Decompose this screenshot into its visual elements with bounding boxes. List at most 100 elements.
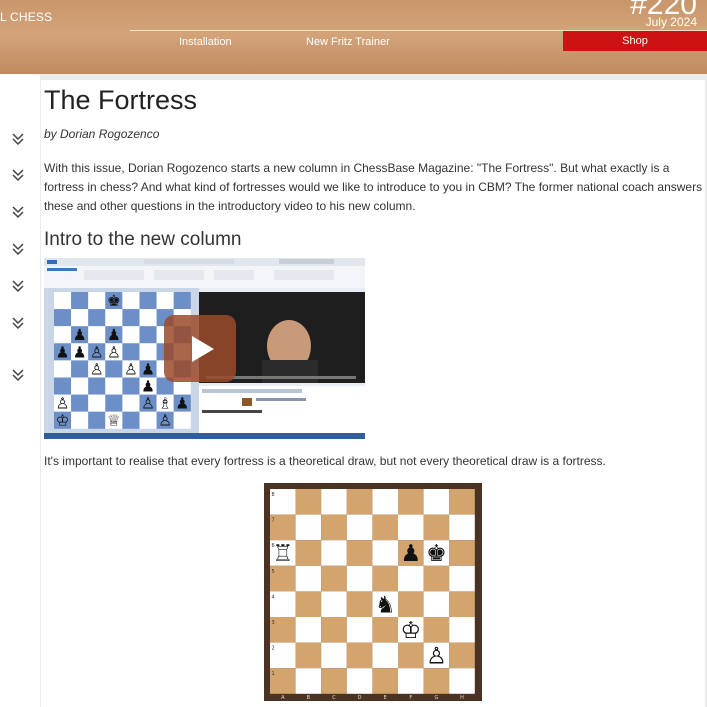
board-square (449, 565, 475, 592)
board-square (398, 565, 424, 592)
article: The Fortress by Dorian Rogozenco With th… (41, 80, 705, 707)
board-square (295, 514, 322, 541)
file-label: G (434, 695, 438, 701)
board-square (449, 642, 475, 669)
issue-date: July 2024 (645, 15, 697, 29)
board-square (71, 411, 89, 429)
board-square (372, 489, 398, 515)
board-square (295, 489, 322, 515)
board-square (321, 565, 347, 592)
board-square (71, 394, 89, 412)
rank-label: 4 (272, 594, 275, 600)
board-square (139, 343, 157, 361)
board-square (423, 617, 450, 643)
board-square (372, 617, 398, 643)
board-square (423, 565, 450, 592)
chevron-double-down-icon[interactable] (10, 167, 26, 183)
board-square (122, 343, 140, 361)
video-player[interactable]: ♚ ♟ ♟ ♟ ♟ ♙ ♙ ♙ ♙ ♟ ♟ ♙ ♙ ♗ ♟ ♔ ♕ ♙ (44, 258, 365, 439)
board-square (54, 326, 72, 344)
board-square (105, 309, 123, 327)
board-square (139, 326, 157, 344)
black-pawn-icon: ♟ (175, 395, 189, 413)
board-square (423, 591, 450, 617)
board-square (122, 411, 140, 429)
chevron-double-down-icon[interactable] (10, 131, 26, 147)
board-square (346, 489, 373, 515)
board-square (321, 514, 347, 541)
chevron-double-down-icon[interactable] (10, 241, 26, 257)
board-square (372, 668, 398, 694)
board-square (122, 377, 140, 395)
white-rook-icon: ♖ (272, 541, 293, 567)
sidebar (0, 74, 40, 707)
board-square (321, 489, 347, 515)
board-square (54, 292, 72, 310)
board-square (139, 309, 157, 327)
board-square (295, 642, 322, 669)
board-square (156, 292, 174, 310)
board-square (295, 668, 322, 694)
board-square (139, 292, 157, 310)
board-square (295, 591, 322, 617)
nav-new-fritz-trainer[interactable]: New Fritz Trainer (306, 36, 390, 48)
page-title: The Fortress (44, 85, 198, 115)
white-pawn-icon: ♙ (141, 395, 155, 413)
board-square (449, 668, 475, 694)
article-intro: With this issue, Dorian Rogozenco starts… (44, 161, 703, 213)
white-king-icon: ♔ (56, 412, 70, 430)
rank-label: 8 (272, 492, 275, 498)
board-square (372, 514, 398, 541)
file-label: E (384, 695, 387, 701)
board-square (71, 309, 89, 327)
board-square (372, 540, 398, 566)
chevron-double-down-icon[interactable] (10, 278, 26, 294)
board-square (346, 668, 373, 694)
black-pawn-icon: ♟ (400, 541, 421, 567)
file-label: C (332, 695, 336, 701)
board-square (449, 489, 475, 515)
file-label: D (358, 695, 362, 701)
board-square (139, 411, 157, 429)
board-square (449, 514, 475, 541)
board-square (398, 668, 424, 694)
board-square (105, 377, 123, 395)
black-pawn-icon: ♟ (56, 343, 70, 361)
file-label: B (307, 695, 311, 701)
board-square (398, 591, 424, 617)
rank-label: 2 (272, 646, 275, 652)
board-square (88, 326, 106, 344)
chevron-double-down-icon[interactable] (10, 315, 26, 331)
board-square (54, 360, 72, 378)
board-square (449, 540, 475, 566)
black-king-icon: ♚ (107, 292, 121, 310)
board-square (173, 292, 191, 310)
white-king-icon: ♔ (400, 618, 421, 644)
chevron-double-down-icon[interactable] (10, 367, 26, 383)
brand-logo-text[interactable]: L CHESS (0, 10, 52, 24)
board-square (398, 489, 424, 515)
board-square (372, 565, 398, 592)
board-square (423, 668, 450, 694)
white-pawn-icon: ♙ (107, 343, 121, 361)
black-king-icon: ♚ (426, 541, 447, 567)
board-square (295, 565, 322, 592)
chevron-double-down-icon[interactable] (10, 204, 26, 220)
board-square (423, 489, 450, 515)
nav-installation[interactable]: Installation (179, 36, 232, 48)
black-pawn-icon: ♟ (141, 360, 155, 378)
black-pawn-icon: ♟ (141, 378, 155, 396)
board-square (346, 617, 373, 643)
board-square (321, 668, 347, 694)
board-square (346, 514, 373, 541)
board-square (321, 540, 347, 566)
board-square (122, 309, 140, 327)
board-square (449, 617, 475, 643)
shop-button[interactable]: Shop (563, 31, 707, 51)
board-square (88, 377, 106, 395)
file-label: H (460, 695, 464, 701)
board-square (398, 514, 424, 541)
board-square (71, 292, 89, 310)
board-square (449, 591, 475, 617)
white-queen-icon: ♕ (107, 412, 121, 430)
